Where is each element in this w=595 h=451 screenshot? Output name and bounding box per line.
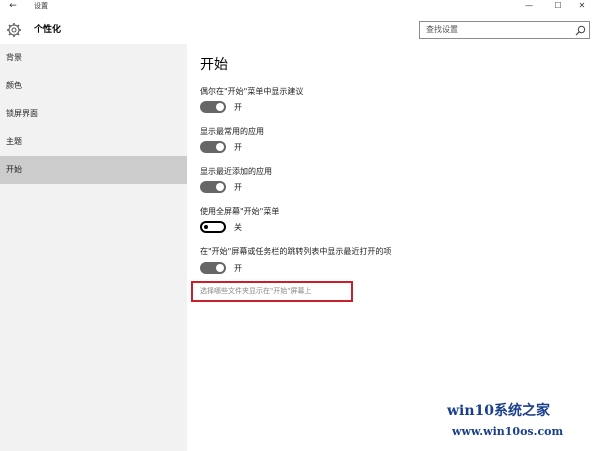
setting-label-show-suggestions: 偶尔在"开始"菜单中显示建议 [200,87,304,96]
sidebar-item-lock-screen[interactable]: 锁屏界面 [0,100,187,128]
sidebar-item-label: 主题 [6,137,22,146]
setting-label-recent-items: 在"开始"屏幕或任务栏的跳转列表中显示最近打开的项 [200,247,392,256]
back-button[interactable]: ← [6,0,20,14]
setting-label-full-screen-start: 使用全屏幕"开始"菜单 [200,207,280,216]
close-button[interactable]: ✕ [569,0,595,14]
search-icon[interactable] [575,25,586,36]
window-title: 设置 [34,2,48,10]
toggle-state-text: 开 [234,103,242,112]
choose-folders-link[interactable]: 选择哪些文件夹显示在"开始"屏幕上 [200,287,311,296]
title-bar: ← 设置 — ☐ ✕ [0,0,595,14]
sidebar-item-label: 背景 [6,53,22,62]
maximize-button[interactable]: ☐ [545,0,571,14]
toggle-most-used[interactable] [200,141,226,153]
search-input[interactable]: 查找设置 [419,21,590,39]
toggle-full-screen-start[interactable] [200,221,226,233]
sidebar: 背景 颜色 锁屏界面 主题 开始 [0,44,187,451]
sidebar-item-themes[interactable]: 主题 [0,128,187,156]
toggle-state-text: 关 [234,223,242,232]
sidebar-item-label: 开始 [6,165,22,174]
toggle-state-text: 开 [234,264,242,273]
sidebar-item-start[interactable]: 开始 [0,156,187,184]
watermark-name: win10系统之家 [447,403,551,419]
section-title: 个性化 [34,25,62,35]
watermark-url: www.win10os.com [452,425,564,438]
setting-label-recently-added: 显示最近添加的应用 [200,167,272,176]
toggle-recent-items[interactable] [200,262,226,274]
sidebar-item-label: 颜色 [6,81,22,90]
minimize-button[interactable]: — [516,0,542,14]
toggle-state-text: 开 [234,143,242,152]
page-title: 开始 [200,57,228,73]
toggle-show-suggestions[interactable] [200,101,226,113]
gear-icon [7,23,21,37]
toggle-state-text: 开 [234,183,242,192]
setting-label-most-used: 显示最常用的应用 [200,127,264,136]
sidebar-item-background[interactable]: 背景 [0,44,187,72]
sidebar-item-colors[interactable]: 颜色 [0,72,187,100]
toggle-recently-added[interactable] [200,181,226,193]
search-placeholder: 查找设置 [426,25,458,34]
sidebar-item-label: 锁屏界面 [6,109,38,118]
